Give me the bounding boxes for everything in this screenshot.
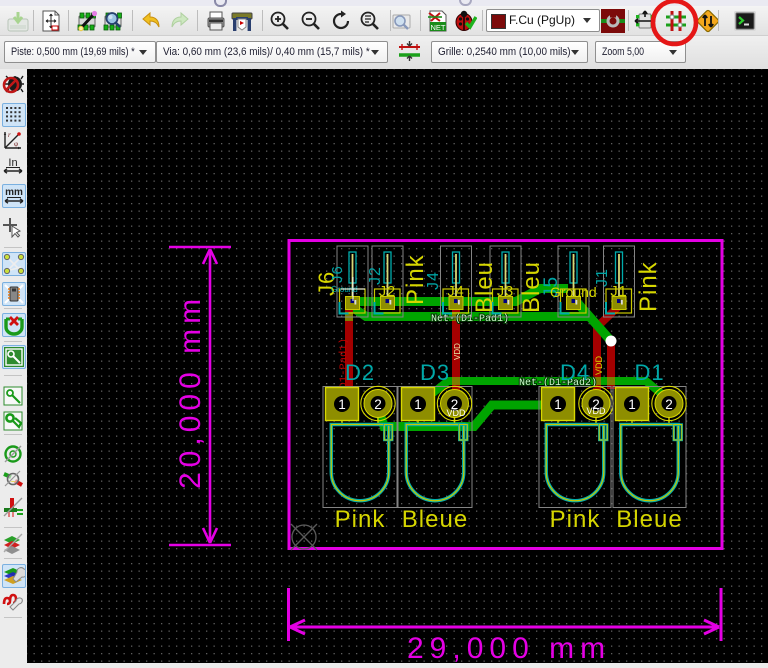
- svg-text:Pink: Pink: [550, 506, 601, 533]
- svg-text:Pink: Pink: [335, 506, 386, 533]
- svg-text:D2: D2: [345, 360, 375, 385]
- svg-text:VDD: VDD: [594, 355, 604, 375]
- svg-text:J1: J1: [610, 284, 627, 300]
- svg-text:Bleue: Bleue: [616, 506, 682, 533]
- svg-text:2: 2: [665, 397, 673, 412]
- svg-text:Bleue: Bleue: [402, 506, 468, 533]
- svg-text:2: 2: [374, 397, 382, 412]
- svg-text:VDD: VDD: [586, 406, 606, 416]
- svg-text:D3: D3: [420, 360, 450, 385]
- svg-text:mm: mm: [5, 187, 23, 198]
- svg-text:Ground: Ground: [550, 284, 597, 300]
- svg-text:J4: J4: [425, 271, 442, 290]
- svg-text:1: 1: [554, 397, 562, 412]
- svg-text:J4: J4: [447, 284, 464, 300]
- svg-text:J2: J2: [379, 284, 396, 300]
- svg-text:D4: D4: [560, 360, 590, 385]
- svg-text:VDD: VDD: [453, 343, 462, 360]
- svg-text:Bleu: Bleu: [471, 261, 498, 313]
- svg-text:Pink: Pink: [635, 261, 662, 312]
- svg-text:J6: J6: [329, 265, 346, 283]
- svg-text:φ: φ: [14, 140, 18, 148]
- svg-text:1: 1: [414, 397, 422, 412]
- svg-text:Net-(D1-Pad1): Net-(D1-Pad1): [431, 313, 509, 325]
- svg-text:1: 1: [338, 397, 346, 412]
- svg-text:1: 1: [628, 397, 636, 412]
- svg-text:20,000 mm: 20,000 mm: [174, 294, 207, 489]
- svg-text:29,000 mm: 29,000 mm: [407, 632, 611, 663]
- svg-text:D1: D1: [634, 360, 664, 385]
- svg-text:J3: J3: [497, 284, 514, 300]
- svg-text:VDD: VDD: [446, 408, 466, 418]
- svg-text:r: r: [8, 131, 11, 139]
- svg-text:J2: J2: [367, 266, 384, 285]
